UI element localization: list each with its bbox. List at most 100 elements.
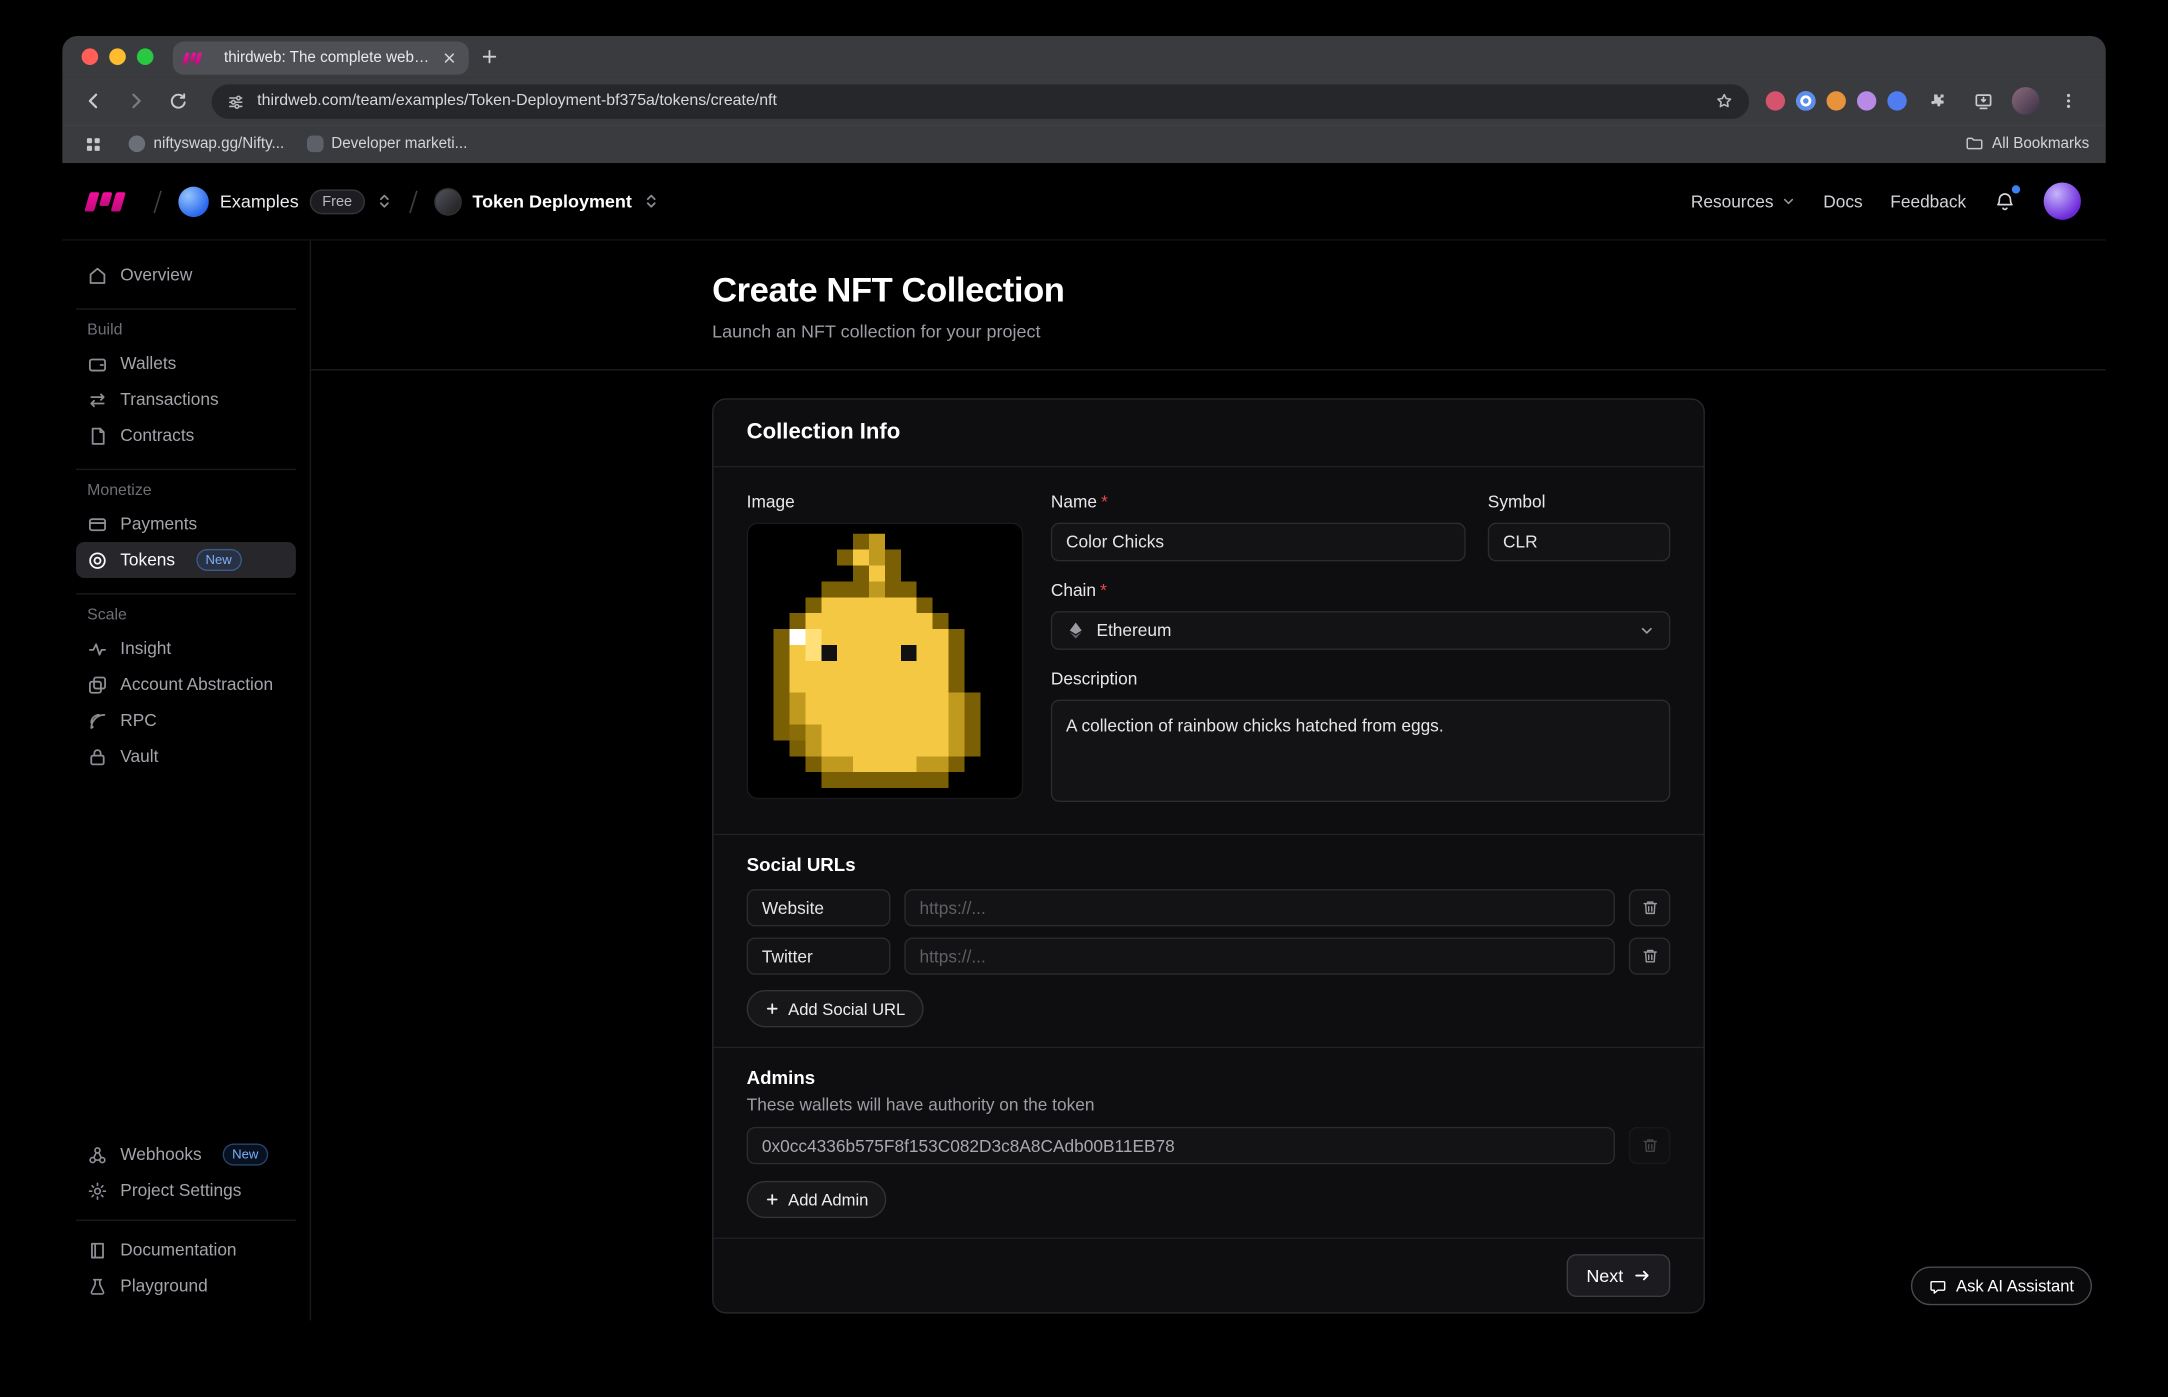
thirdweb-logo[interactable] — [87, 192, 123, 211]
card-title: Collection Info — [747, 420, 1671, 445]
trash-icon — [1641, 1137, 1659, 1155]
add-admin-button[interactable]: Add Admin — [747, 1181, 887, 1218]
sidebar-item-rpc[interactable]: RPC — [76, 702, 296, 738]
social-url-input[interactable] — [904, 889, 1615, 926]
bookmarks-bar: niftyswap.gg/Nifty... Developer marketi.… — [62, 124, 2106, 163]
extensions-puzzle-icon[interactable] — [1918, 83, 1954, 119]
sidebar-item-transactions[interactable]: Transactions — [76, 382, 296, 418]
add-social-url-button[interactable]: Add Social URL — [747, 990, 924, 1027]
sidebar-item-playground[interactable]: Playground — [76, 1268, 296, 1304]
bookmark-star-icon[interactable] — [1715, 91, 1734, 110]
reload-button[interactable] — [159, 83, 195, 119]
sidebar-item-label: Webhooks — [120, 1145, 201, 1164]
wallet-icon — [87, 353, 108, 374]
bookmark-niftyswap[interactable]: niftyswap.gg/Nifty... — [129, 136, 285, 153]
admin-address-input[interactable] — [747, 1127, 1615, 1164]
project-selector[interactable]: Token Deployment — [434, 187, 660, 215]
sidebar-item-overview[interactable]: Overview — [76, 257, 296, 293]
description-textarea[interactable]: A collection of rainbow chicks hatched f… — [1051, 700, 1670, 802]
chain-select[interactable]: Ethereum — [1051, 611, 1670, 650]
tab-close-icon[interactable] — [441, 50, 458, 67]
new-tab-button[interactable] — [480, 47, 499, 66]
social-url-input[interactable] — [904, 937, 1615, 974]
vault-lock-icon — [87, 746, 108, 767]
transactions-icon — [87, 389, 108, 410]
back-button[interactable] — [76, 83, 112, 119]
home-icon — [87, 265, 108, 286]
close-window-button[interactable] — [82, 48, 99, 65]
sidebar-item-payments[interactable]: Payments — [76, 506, 296, 542]
bookmark-favicon — [306, 136, 323, 153]
admins-section: Admins These wallets will have authority… — [713, 1047, 1703, 1238]
symbol-input[interactable] — [1488, 523, 1671, 562]
sidebar-item-vault[interactable]: Vault — [76, 738, 296, 774]
team-selector[interactable]: Examples Free — [178, 186, 392, 216]
all-bookmarks-button[interactable]: All Bookmarks — [1964, 134, 2089, 153]
sidebar-item-project-settings[interactable]: Project Settings — [76, 1173, 296, 1209]
extension-icon-3[interactable] — [1827, 91, 1846, 110]
name-input[interactable] — [1051, 523, 1466, 562]
chain-value: Ethereum — [1096, 621, 1627, 640]
sidebar-section-scale: Scale — [76, 593, 296, 623]
sidebar-item-documentation[interactable]: Documentation — [76, 1232, 296, 1268]
sidebar-item-label: Playground — [120, 1276, 207, 1295]
all-bookmarks-label: All Bookmarks — [1992, 136, 2089, 153]
sidebar-item-contracts[interactable]: Contracts — [76, 418, 296, 454]
extension-icon-5[interactable] — [1887, 91, 1906, 110]
ask-ai-assistant-button[interactable]: Ask AI Assistant — [1910, 1267, 2092, 1306]
selector-chevrons-icon[interactable] — [643, 192, 660, 210]
notifications-button[interactable] — [1994, 190, 2016, 212]
feedback-link[interactable]: Feedback — [1890, 192, 1966, 211]
delete-social-url-button[interactable] — [1629, 889, 1670, 926]
extension-icon-2[interactable] — [1796, 91, 1815, 110]
extension-icon-1[interactable] — [1766, 91, 1785, 110]
sidebar-item-label: Payments — [120, 514, 197, 533]
fullscreen-window-button[interactable] — [137, 48, 154, 65]
admin-row — [747, 1127, 1671, 1164]
apps-grid-icon[interactable] — [79, 130, 107, 158]
browser-profile-avatar[interactable] — [2012, 87, 2040, 115]
browser-menu-icon[interactable] — [2051, 83, 2087, 119]
minimize-window-button[interactable] — [109, 48, 126, 65]
extension-icon-4[interactable] — [1857, 91, 1876, 110]
user-avatar[interactable] — [2044, 183, 2081, 220]
social-platform-input[interactable] — [747, 937, 891, 974]
resources-menu[interactable]: Resources — [1691, 192, 1796, 211]
team-avatar — [178, 186, 208, 216]
site-settings-icon[interactable] — [227, 92, 245, 110]
url-text: thirdweb.com/team/examples/Token-Deploym… — [257, 93, 1702, 110]
sidebar-item-label: Insight — [120, 639, 171, 658]
delete-social-url-button[interactable] — [1629, 937, 1670, 974]
required-asterisk: * — [1100, 581, 1107, 600]
sidebar-item-account-abstraction[interactable]: Account Abstraction — [76, 666, 296, 702]
browser-window: thirdweb: The complete web3... — [62, 36, 2106, 1321]
docs-link[interactable]: Docs — [1823, 192, 1862, 211]
address-bar[interactable]: thirdweb.com/team/examples/Token-Deploym… — [212, 84, 1750, 119]
nft-image-pixels — [758, 534, 1012, 788]
forward-button[interactable] — [118, 83, 154, 119]
sidebar: Overview Build Wallets Transactions Cont… — [62, 241, 311, 1321]
plus-icon — [765, 1192, 780, 1207]
install-app-icon[interactable] — [1965, 83, 2001, 119]
sidebar-item-label: Documentation — [120, 1240, 236, 1259]
description-label: Description — [1051, 669, 1670, 688]
browser-tab-thirdweb[interactable]: thirdweb: The complete web3... — [173, 41, 469, 74]
admins-title: Admins — [747, 1067, 1671, 1088]
trash-icon — [1641, 947, 1659, 965]
sidebar-item-tokens[interactable]: Tokens New — [76, 542, 296, 578]
collection-image-upload[interactable] — [747, 523, 1024, 800]
social-url-row — [747, 889, 1671, 926]
symbol-label: Symbol — [1488, 492, 1671, 511]
sidebar-item-insight[interactable]: Insight — [76, 631, 296, 667]
sidebar-item-webhooks[interactable]: Webhooks New — [76, 1137, 296, 1173]
sidebar-item-label: Account Abstraction — [120, 675, 273, 694]
sidebar-item-wallets[interactable]: Wallets — [76, 346, 296, 382]
browser-toolbar: thirdweb.com/team/examples/Token-Deploym… — [62, 77, 2106, 124]
selector-chevrons-icon[interactable] — [376, 192, 393, 210]
delete-admin-button[interactable] — [1629, 1127, 1670, 1164]
social-platform-input[interactable] — [747, 889, 891, 926]
sidebar-item-label: Tokens — [120, 550, 175, 569]
next-button[interactable]: Next — [1567, 1254, 1670, 1297]
playground-flask-icon — [87, 1276, 108, 1297]
bookmark-developer-marketing[interactable]: Developer marketi... — [306, 136, 467, 153]
